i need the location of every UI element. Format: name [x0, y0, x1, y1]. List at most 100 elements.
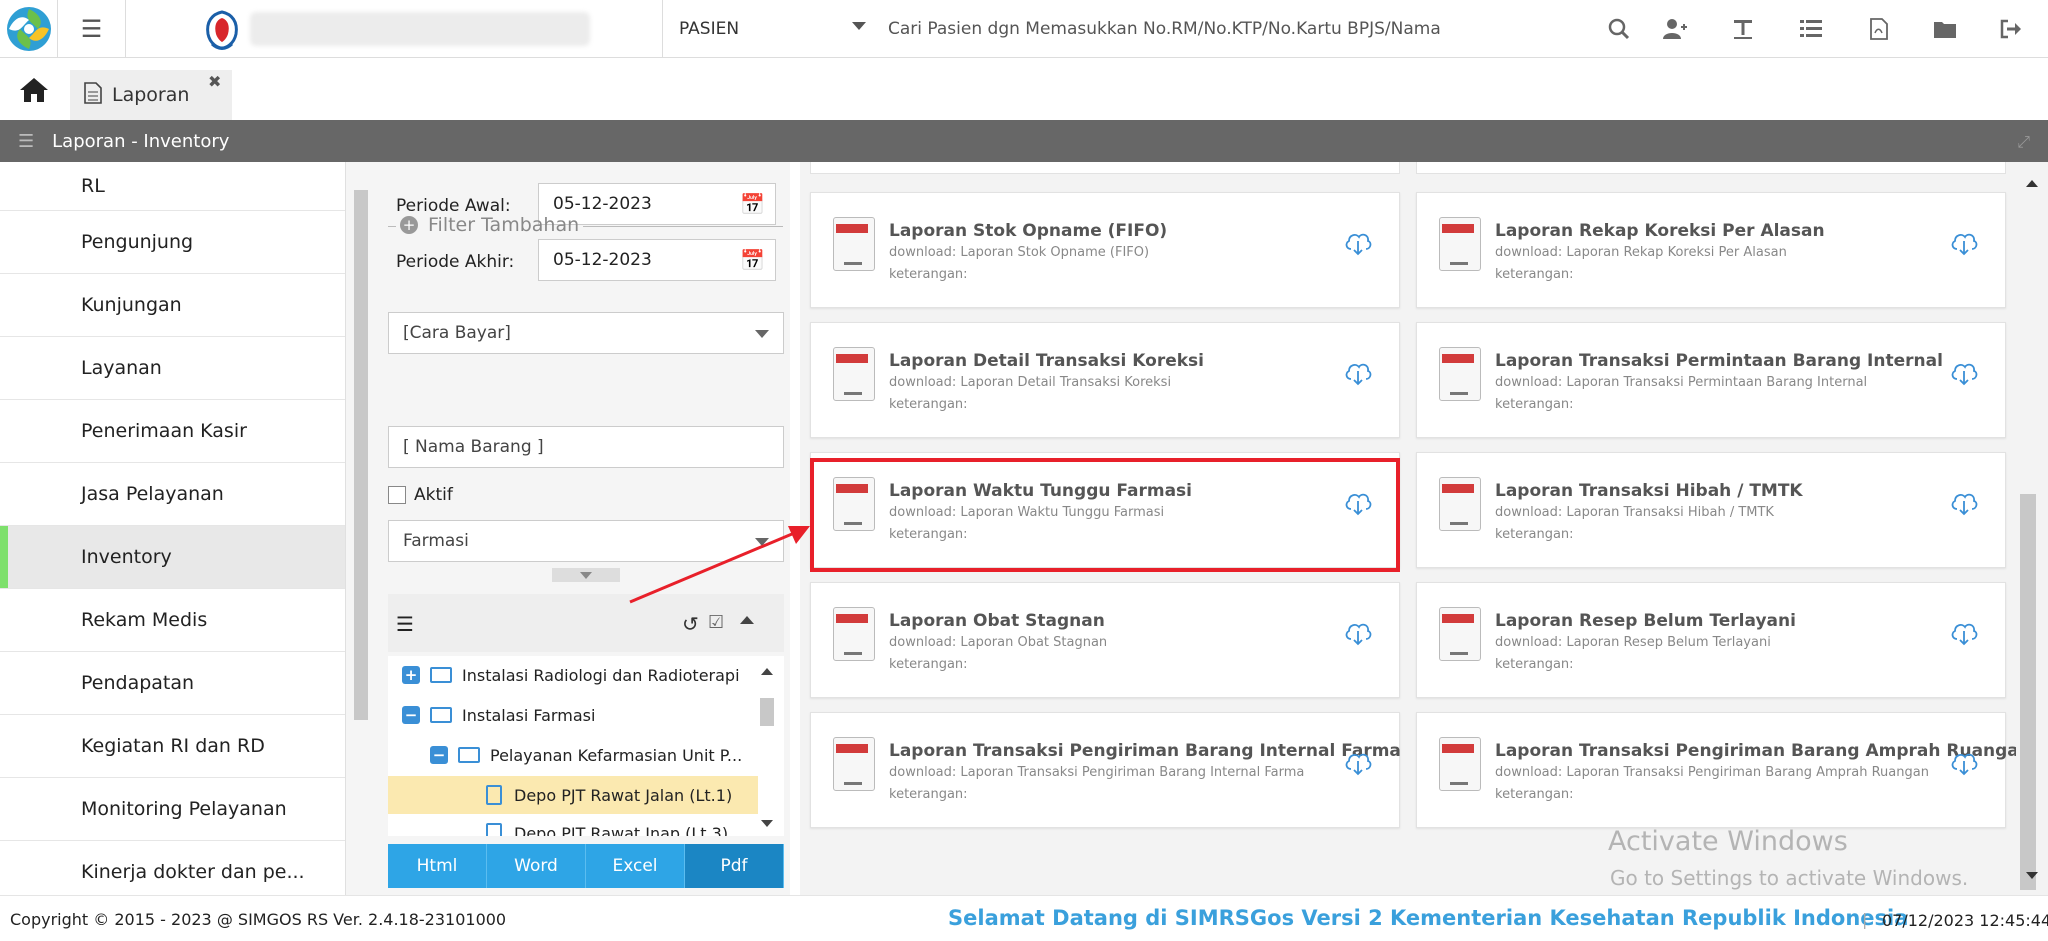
report-card[interactable]: Laporan Stok Opname (FIFO) download: Lapo… [810, 192, 1400, 308]
cloud-download-icon[interactable] [1343, 617, 1373, 647]
text-icon[interactable] [1728, 14, 1758, 44]
expand-icon[interactable]: ⤢ [2017, 132, 2030, 152]
report-scrollbar[interactable] [2016, 162, 2048, 895]
report-card[interactable]: Laporan Obat Stagnan download: Laporan Ob… [810, 582, 1400, 698]
menu-toggle-button[interactable]: ☰ [58, 0, 126, 58]
chevron-up-icon[interactable] [740, 616, 754, 624]
cloud-download-icon[interactable] [1949, 747, 1979, 777]
report-title[interactable]: Laporan Rekap Koreksi Per Alasan [1495, 221, 1825, 241]
cloud-download-icon[interactable] [1949, 487, 1979, 517]
add-user-icon[interactable] [1660, 14, 1690, 44]
tree-node-selected[interactable]: Depo PJT Rawat Jalan (Lt.1) [388, 776, 758, 814]
report-card[interactable]: Laporan Resep Belum Terlayani download: L… [1416, 582, 2006, 698]
cloud-download-icon[interactable] [1949, 227, 1979, 257]
scroll-down-icon[interactable] [2026, 872, 2038, 879]
scroll-thumb[interactable] [760, 698, 774, 726]
nav-item-layanan[interactable]: Layanan [0, 337, 345, 400]
cloud-download-icon[interactable] [1343, 227, 1373, 257]
scroll-up-icon[interactable] [761, 668, 773, 675]
export-word-button[interactable]: Word [487, 844, 586, 888]
report-keterangan: keterangan: [1495, 527, 1574, 542]
app-logo[interactable] [0, 0, 58, 58]
list-icon[interactable]: ☰ [396, 612, 414, 636]
report-title[interactable]: Laporan Detail Transaksi Koreksi [889, 351, 1204, 371]
logout-icon[interactable] [1996, 14, 2026, 44]
search-icon[interactable] [1604, 14, 1634, 44]
pdf-file-icon[interactable] [1864, 14, 1894, 44]
tree-scrollbar[interactable] [756, 662, 778, 838]
tree-node[interactable]: − Instalasi Farmasi [388, 696, 758, 734]
unit-select[interactable]: Farmasi [388, 520, 784, 562]
collapse-icon[interactable]: − [402, 706, 420, 724]
scroll-down-icon[interactable] [761, 820, 773, 827]
pdf-report-icon [833, 607, 875, 661]
tree-node[interactable]: + Instalasi Radiologi dan Radioterapi [388, 656, 758, 694]
expand-icon[interactable]: + [402, 666, 420, 684]
hamburger-icon[interactable]: ☰ [18, 131, 34, 152]
collapse-handle[interactable] [552, 568, 620, 582]
export-excel-button[interactable]: Excel [586, 844, 685, 888]
scroll-thumb[interactable] [354, 190, 368, 720]
scroll-up-icon[interactable] [2026, 180, 2038, 187]
filter-tambahan-toggle[interactable]: + Filter Tambahan [388, 210, 784, 240]
report-download-text: download: Laporan Rekap Koreksi Per Alas… [1495, 245, 1787, 260]
patient-search-input[interactable] [888, 10, 1568, 48]
report-card[interactable]: Laporan Transaksi Permintaan Barang Inte… [1416, 322, 2006, 438]
filter-scrollbar[interactable] [352, 166, 368, 891]
cara-bayar-select[interactable]: [Cara Bayar] [388, 312, 784, 354]
report-title[interactable]: Laporan Transaksi Permintaan Barang Inte… [1495, 351, 1943, 371]
collapse-icon[interactable]: − [430, 746, 448, 764]
nama-barang-input[interactable]: [ Nama Barang ] [388, 426, 784, 468]
report-title[interactable]: Laporan Transaksi Pengiriman Barang Inte… [889, 741, 1401, 761]
nav-item-rl[interactable]: RL [0, 162, 345, 211]
report-download-text: download: Laporan Transaksi Hibah / TMTK [1495, 505, 1774, 520]
report-title[interactable]: Laporan Transaksi Pengiriman Barang Ampr… [1495, 741, 2016, 761]
cloud-download-icon[interactable] [1343, 357, 1373, 387]
report-card[interactable]: Laporan Rekap Koreksi Per Alasan download… [1416, 192, 2006, 308]
scroll-thumb[interactable] [2020, 494, 2036, 890]
report-card[interactable]: Laporan Transaksi Hibah / TMTK download: … [1416, 452, 2006, 568]
home-icon[interactable] [18, 76, 58, 110]
nav-item-rekam-medis[interactable]: Rekam Medis [0, 589, 345, 652]
periode-akhir-field[interactable]: 05-12-2023 📅 [538, 239, 776, 281]
nav-item-kunjungan[interactable]: Kunjungan [0, 274, 345, 337]
tree-node[interactable]: − Pelayanan Kefarmasian Unit P... [388, 736, 758, 774]
cloud-download-icon[interactable] [1949, 357, 1979, 387]
report-card[interactable]: Laporan Transaksi Pengiriman Barang Ampr… [1416, 712, 2016, 828]
nav-item-label: Kinerja dokter dan pe... [81, 861, 305, 883]
pdf-report-icon [1439, 477, 1481, 531]
close-icon[interactable]: ✖ [208, 72, 221, 91]
nav-item-penerimaan-kasir[interactable]: Penerimaan Kasir [0, 400, 345, 463]
nav-item-monitoring-pelayanan[interactable]: Monitoring Pelayanan [0, 778, 345, 841]
search-type-select[interactable]: PASIEN [662, 0, 882, 58]
report-download-text: download: Laporan Resep Belum Terlayani [1495, 635, 1771, 650]
nav-item-kinerja-dokter[interactable]: Kinerja dokter dan pe... [0, 841, 345, 895]
nav-item-label: Jasa Pelayanan [81, 483, 224, 505]
report-title[interactable]: Laporan Stok Opname (FIFO) [889, 221, 1167, 241]
cloud-download-icon[interactable] [1949, 617, 1979, 647]
list-icon[interactable] [1796, 14, 1826, 44]
report-title[interactable]: Laporan Transaksi Hibah / TMTK [1495, 481, 1803, 501]
report-title[interactable]: Laporan Resep Belum Terlayani [1495, 611, 1796, 631]
calendar-icon[interactable]: 📅 [740, 248, 765, 272]
nav-item-jasa-pelayanan[interactable]: Jasa Pelayanan [0, 463, 345, 526]
nav-item-pengunjung[interactable]: Pengunjung [0, 211, 345, 274]
export-pdf-button[interactable]: Pdf [685, 844, 784, 888]
export-html-button[interactable]: Html [388, 844, 487, 888]
tree-node[interactable]: Depo PJT Rawat Inap (Lt.3) [388, 814, 758, 836]
nav-item-pendapatan[interactable]: Pendapatan [0, 652, 345, 715]
report-card[interactable]: Laporan Detail Transaksi Koreksi download… [810, 322, 1400, 438]
history-icon[interactable]: ↺ [682, 612, 699, 636]
cloud-download-icon[interactable] [1343, 747, 1373, 777]
folder-icon[interactable] [1930, 14, 1960, 44]
panel-splitter[interactable] [790, 162, 800, 895]
check-square-icon[interactable]: ☑ [708, 612, 724, 633]
top-bar: ☰ PASIEN [0, 0, 2048, 58]
nav-item-inventory[interactable]: Inventory [0, 526, 345, 589]
report-card[interactable]: Laporan Transaksi Pengiriman Barang Inte… [810, 712, 1401, 828]
aktif-checkbox[interactable] [388, 486, 406, 504]
plus-circle-icon: + [400, 216, 418, 234]
nav-item-kegiatan-ri-rd[interactable]: Kegiatan RI dan RD [0, 715, 345, 778]
activate-windows-subtitle: Go to Settings to activate Windows. [1610, 866, 1969, 890]
report-title[interactable]: Laporan Obat Stagnan [889, 611, 1105, 631]
